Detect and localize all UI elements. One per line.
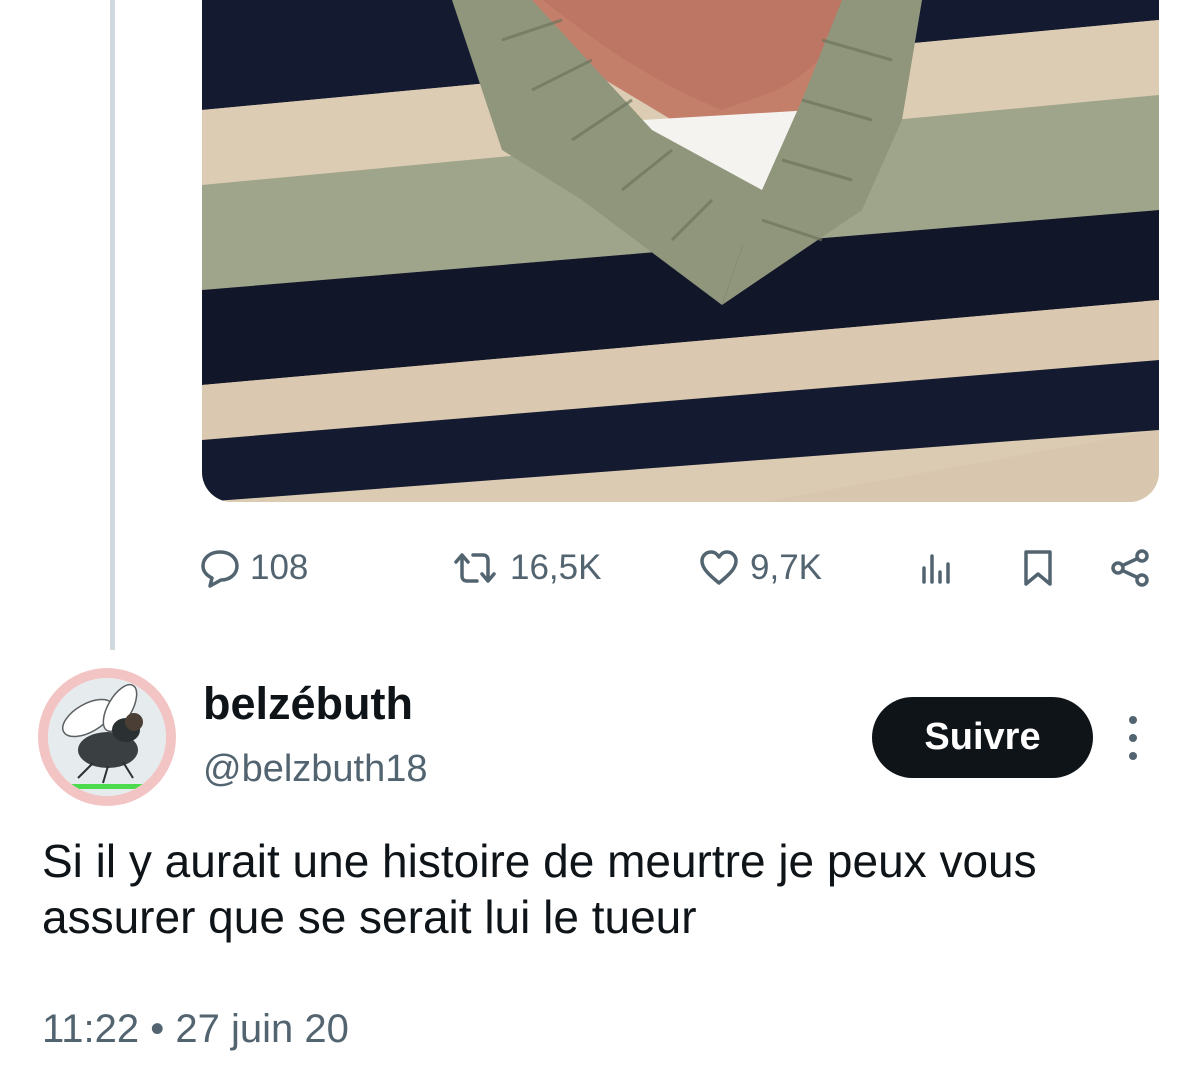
reply-button[interactable]: 108 bbox=[200, 540, 308, 596]
reply-count: 108 bbox=[250, 548, 309, 587]
tweet-action-bar: 108 16,5K 9,7K bbox=[200, 540, 1160, 596]
retweet-count: 16,5K bbox=[510, 548, 602, 587]
reply-text: Si il y aurait une histoire de meurtre j… bbox=[42, 835, 1037, 943]
heart-icon bbox=[698, 548, 740, 588]
thread-connector-line bbox=[110, 0, 115, 650]
analytics-bars-icon bbox=[918, 548, 958, 588]
views-button[interactable] bbox=[918, 540, 958, 596]
share-icon bbox=[1108, 548, 1152, 588]
retweet-icon bbox=[450, 548, 500, 588]
follow-button[interactable]: Suivre bbox=[872, 697, 1093, 778]
fly-illustration bbox=[48, 678, 166, 796]
reply-timestamp[interactable]: 11:22 • 27 juin 20 bbox=[42, 1007, 349, 1052]
avatar[interactable] bbox=[38, 668, 176, 806]
comment-bubble-icon bbox=[200, 548, 240, 588]
share-button[interactable] bbox=[1108, 540, 1152, 596]
reply-display-name[interactable]: belzébuth bbox=[203, 678, 413, 730]
bookmark-button[interactable] bbox=[1018, 540, 1058, 596]
vertical-dots-icon[interactable] bbox=[1118, 712, 1148, 764]
tweet-photo[interactable] bbox=[202, 0, 1159, 502]
retweet-button[interactable]: 16,5K bbox=[450, 540, 601, 596]
like-button[interactable]: 9,7K bbox=[698, 540, 822, 596]
bookmark-icon bbox=[1018, 548, 1058, 588]
reply-handle[interactable]: @belzbuth18 bbox=[203, 748, 428, 791]
like-count: 9,7K bbox=[750, 548, 822, 587]
